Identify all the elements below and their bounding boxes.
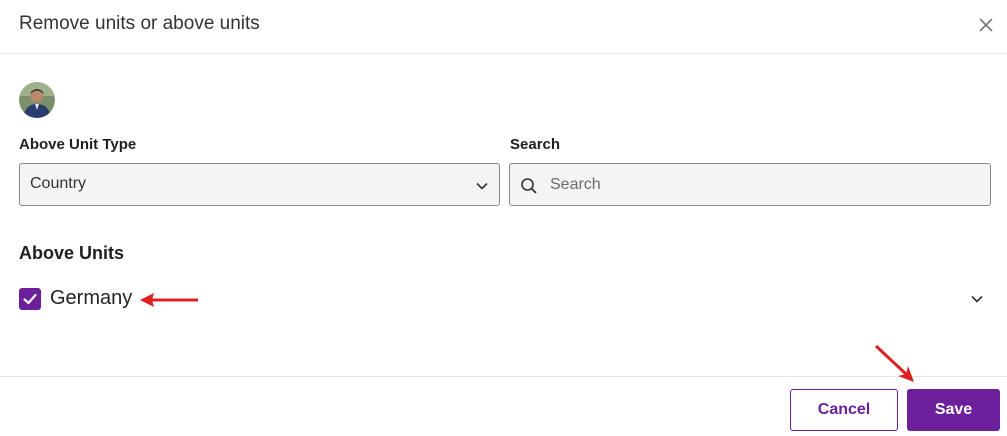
dialog-header: Remove units or above units: [0, 0, 1007, 54]
chevron-down-icon: [475, 179, 489, 193]
dialog-footer: Cancel Save: [0, 376, 1007, 436]
above-unit-type-value: Country: [30, 175, 87, 192]
list-item: Germany: [19, 286, 991, 314]
avatar: [19, 82, 55, 118]
dialog-title: Remove units or above units: [19, 13, 260, 34]
remove-units-dialog: Remove units or above units Above Unit T…: [0, 0, 1007, 436]
save-button[interactable]: Save: [907, 389, 1000, 431]
close-icon[interactable]: [976, 15, 996, 35]
above-unit-type-select[interactable]: Country: [19, 163, 500, 206]
search-icon: [520, 177, 538, 195]
unit-checkbox[interactable]: [19, 288, 41, 310]
unit-label: Germany: [50, 287, 133, 309]
above-unit-type-label: Above Unit Type: [19, 136, 137, 153]
checkmark-icon: [23, 293, 37, 305]
search-label: Search: [510, 136, 561, 153]
search-input[interactable]: [550, 164, 980, 205]
cancel-button[interactable]: Cancel: [790, 389, 898, 431]
chevron-down-icon[interactable]: [969, 291, 985, 307]
search-field: [509, 163, 991, 206]
above-units-title: Above Units: [19, 243, 125, 263]
